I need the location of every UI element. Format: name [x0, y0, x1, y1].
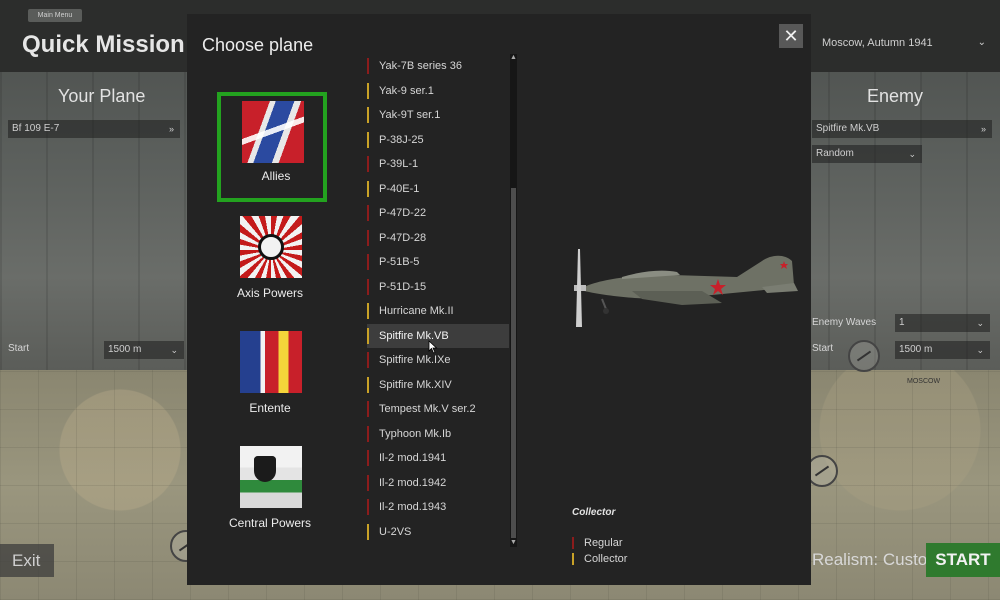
mouse-cursor-icon — [428, 340, 438, 354]
choose-plane-dialog: Choose plane ✕ Allies Axis Powers Entent… — [187, 14, 811, 585]
plane-item[interactable]: Yak-7B series 36 — [367, 54, 509, 79]
entente-flag-icon — [240, 331, 302, 393]
plane-preview-image — [574, 249, 798, 327]
map-city-label: MOSCOW — [907, 378, 941, 385]
enemy-start-label: Start — [812, 343, 834, 354]
plane-item[interactable]: Spitfire Mk.XIV — [367, 373, 509, 398]
legend-collector: Collector — [572, 552, 627, 566]
exit-button[interactable]: Exit — [0, 544, 54, 577]
start-label: Start — [8, 343, 30, 354]
plane-item[interactable]: Yak-9T ser.1 — [367, 103, 509, 128]
axis-flag-icon — [240, 216, 302, 278]
enemy-heading: Enemy — [867, 86, 924, 106]
scroll-down-icon[interactable]: ▼ — [510, 539, 517, 547]
plane-item[interactable]: Tempest Mk.V ser.2 — [367, 397, 509, 422]
plane-list[interactable]: Yak-7B series 36 Yak-9 ser.1 Yak-9T ser.1 P… — [367, 54, 517, 547]
chevron-down-icon: ⌄ — [976, 345, 984, 355]
chevron-down-icon: ⌄ — [976, 318, 984, 328]
plane-item[interactable]: Il-2 mod.1942 — [367, 471, 509, 496]
plane-item[interactable]: P-51D-15 — [367, 275, 509, 300]
your-plane-select-value: Bf 109 E-7 — [12, 123, 60, 134]
faction-label: Entente — [249, 401, 291, 415]
chevron-down-icon: ⌄ — [170, 345, 178, 355]
faction-axis-powers[interactable]: Axis Powers — [215, 207, 325, 317]
chevron-down-icon: ⌄ — [977, 37, 986, 48]
enemy-altitude-value: 1500 m — [899, 344, 933, 355]
plane-item[interactable]: Spitfire Mk.IXe — [367, 348, 509, 373]
chevron-right-icon: » — [168, 124, 174, 134]
scrollbar-thumb[interactable] — [511, 188, 516, 538]
realism-label[interactable]: Realism: Custom — [812, 550, 941, 570]
faction-label: Allies — [261, 169, 291, 183]
enemy-plane-select[interactable]: Spitfire Mk.VB » — [812, 120, 992, 138]
plane-item[interactable]: P-39L-1 — [367, 152, 509, 177]
plane-item[interactable]: P-51B-5 — [367, 250, 509, 275]
plane-item[interactable]: P-40E-1 — [367, 177, 509, 202]
start-button[interactable]: START — [926, 543, 1000, 577]
scroll-up-icon[interactable]: ▲ — [510, 54, 517, 62]
enemy-mode-select-value: Random — [816, 148, 854, 159]
close-button[interactable]: ✕ — [779, 24, 803, 48]
eagle-emblem — [254, 456, 276, 482]
plane-item-selected[interactable]: Spitfire Mk.VB — [367, 323, 509, 348]
start-altitude-select[interactable]: 1500 m ⌄ — [104, 341, 184, 359]
close-icon: ✕ — [783, 26, 799, 46]
start-altitude-value: 1500 m — [108, 344, 142, 355]
season-select[interactable]: Moscow, Autumn 1941 ⌄ — [820, 33, 990, 53]
enemy-mode-select[interactable]: Random ⌄ — [812, 145, 922, 163]
central-powers-flag-icon — [240, 446, 302, 508]
plane-item[interactable]: Typhoon Mk.Ib — [367, 422, 509, 447]
faction-central-powers[interactable]: Central Powers — [215, 437, 325, 547]
plane-item[interactable]: Il-2 mod.1943 — [367, 495, 509, 520]
hammer-sickle-emblem — [248, 107, 264, 123]
season-select-value: Moscow, Autumn 1941 — [822, 37, 933, 49]
faction-allies[interactable]: Allies — [217, 92, 327, 202]
plane-item[interactable]: U-2VS — [367, 520, 509, 545]
balkenkreuz-emblem — [258, 234, 284, 260]
page-title: Quick Mission — [22, 31, 185, 58]
map-waypoint-marker[interactable] — [848, 340, 880, 372]
your-plane-heading: Your Plane — [58, 86, 146, 106]
main-menu-button[interactable]: Main Menu — [28, 9, 82, 22]
faction-label: Axis Powers — [236, 286, 304, 300]
enemy-plane-select-value: Spitfire Mk.VB — [816, 123, 880, 134]
faction-entente[interactable]: Entente — [215, 322, 325, 432]
allies-flag-icon — [242, 101, 304, 163]
enemy-altitude-select[interactable]: 1500 m ⌄ — [895, 341, 990, 359]
plane-item[interactable]: P-38J-25 — [367, 128, 509, 153]
enemy-waves-value: 1 — [899, 317, 905, 328]
your-plane-select[interactable]: Bf 109 E-7 » — [8, 120, 180, 138]
legend-regular: Regular — [572, 536, 623, 550]
faction-label: Central Powers — [228, 516, 312, 530]
dialog-title: Choose plane — [202, 35, 314, 55]
plane-item[interactable]: Hurricane Mk.II — [367, 299, 509, 324]
chevron-down-icon: ⌄ — [908, 149, 916, 159]
plane-item[interactable]: Il-2 mod.1941 — [367, 446, 509, 471]
plane-item[interactable]: P-47D-22 — [367, 201, 509, 226]
plane-item[interactable]: P-47D-28 — [367, 226, 509, 251]
plane-item[interactable]: Yak-9 ser.1 — [367, 79, 509, 104]
enemy-waves-label: Enemy Waves — [812, 317, 877, 328]
legend-title: Collector — [572, 507, 616, 518]
chevron-right-icon: » — [980, 124, 986, 134]
enemy-waves-select[interactable]: 1 ⌄ — [895, 314, 990, 332]
